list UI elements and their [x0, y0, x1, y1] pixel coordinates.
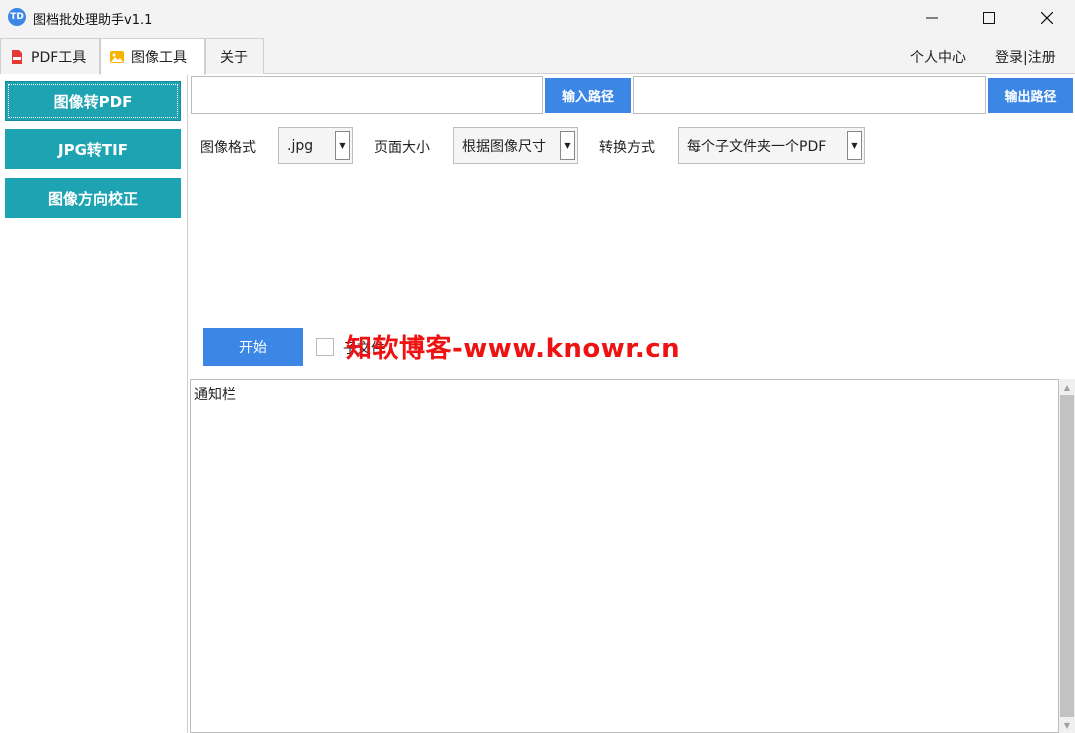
pdf-file-icon: [12, 49, 22, 64]
notification-scrollbar[interactable]: ▲ ▼: [1059, 379, 1075, 733]
tab-pdf-tools[interactable]: PDF工具: [0, 38, 100, 74]
watermark-text: 知软博客-www.knowr.cn: [346, 334, 681, 364]
close-button[interactable]: [1018, 0, 1075, 36]
dropdown-arrow-icon: ▼: [560, 131, 575, 160]
tab-bar: PDF工具 图像工具 关于 个人中心 登录|注册: [0, 36, 1075, 75]
tab-image-tools[interactable]: 图像工具: [100, 38, 205, 75]
maximize-icon: [983, 12, 995, 24]
login-register-link[interactable]: 登录|注册: [995, 47, 1056, 67]
mode-label: 转换方式: [599, 140, 655, 156]
sidebar-item-jpg-to-tif[interactable]: JPG转TIF: [5, 129, 181, 169]
app-logo-icon: TD: [8, 8, 26, 26]
subfolder-checkbox[interactable]: [316, 338, 334, 356]
minimize-button[interactable]: [903, 0, 961, 36]
scroll-thumb[interactable]: [1060, 395, 1074, 717]
notification-text: 通知栏: [194, 387, 236, 403]
notification-area[interactable]: 通知栏: [190, 379, 1059, 733]
dropdown-arrow-icon: ▼: [847, 131, 862, 160]
maximize-button[interactable]: [960, 0, 1018, 36]
page-size-select-value: 根据图像尺寸: [462, 138, 546, 155]
window-title: 图档批处理助手v1.1: [33, 13, 153, 28]
scroll-down-icon[interactable]: ▼: [1059, 717, 1075, 733]
tab-label: 关于: [220, 49, 248, 66]
page-size-label: 页面大小: [374, 140, 430, 156]
dropdown-arrow-icon: ▼: [335, 131, 350, 160]
output-path-button[interactable]: 输出路径: [988, 78, 1073, 113]
sidebar-item-image-orientation[interactable]: 图像方向校正: [5, 178, 181, 218]
image-file-icon: [110, 51, 124, 63]
output-path-field[interactable]: [633, 76, 986, 114]
input-path-field[interactable]: [191, 76, 543, 114]
page-size-select[interactable]: 根据图像尺寸 ▼: [453, 127, 578, 164]
minimize-icon: [926, 17, 938, 19]
title-bar: TD 图档批处理助手v1.1: [0, 0, 1075, 36]
format-select-value: .jpg: [287, 137, 314, 154]
sidebar-item-image-to-pdf[interactable]: 图像转PDF: [5, 81, 181, 121]
tab-about[interactable]: 关于: [205, 38, 264, 74]
format-select[interactable]: .jpg ▼: [278, 127, 353, 164]
sidebar: 图像转PDF JPG转TIF 图像方向校正: [0, 75, 188, 733]
scroll-up-icon[interactable]: ▲: [1059, 379, 1075, 395]
tab-label: 图像工具: [131, 50, 187, 66]
tab-label: PDF工具: [31, 49, 87, 66]
close-icon: [1041, 12, 1053, 24]
format-label: 图像格式: [200, 140, 256, 156]
start-button[interactable]: 开始: [203, 328, 303, 366]
mode-select-value: 每个子文件夹一个PDF: [687, 138, 827, 155]
input-path-button[interactable]: 输入路径: [545, 78, 631, 113]
personal-center-link[interactable]: 个人中心: [910, 47, 966, 67]
mode-select[interactable]: 每个子文件夹一个PDF ▼: [678, 127, 865, 164]
